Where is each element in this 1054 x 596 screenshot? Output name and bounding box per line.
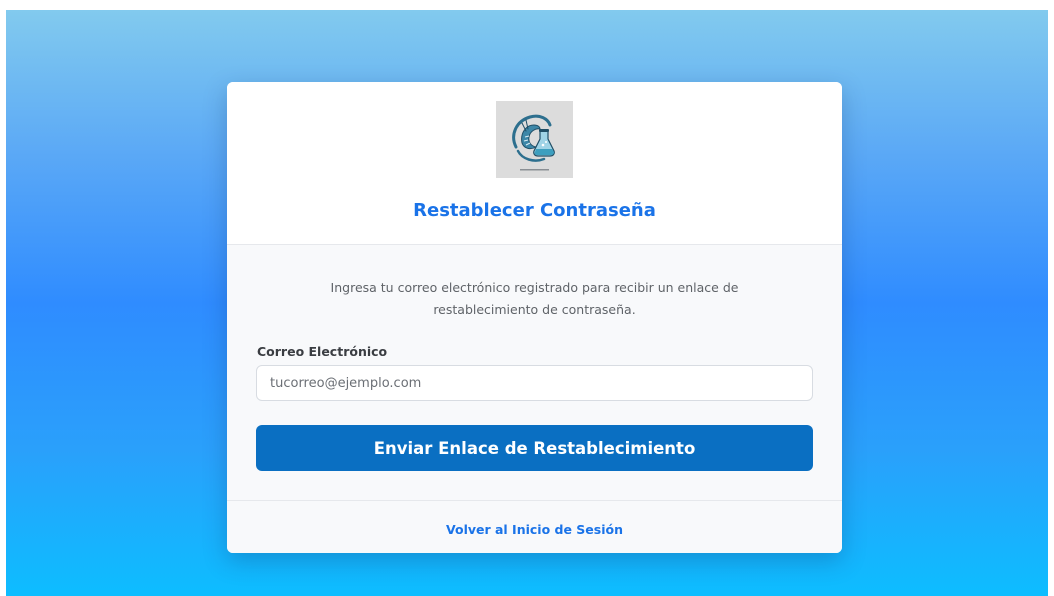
email-field[interactable] [256, 365, 813, 401]
page-background: Restablecer Contraseña Ingresa tu correo… [6, 10, 1048, 596]
email-label: Correo Electrónico [257, 344, 388, 359]
card-header: Restablecer Contraseña [227, 82, 842, 245]
card-footer: Volver al Inicio de Sesión [227, 500, 842, 553]
send-reset-link-button[interactable]: Enviar Enlace de Restablecimiento [256, 425, 813, 471]
shrimp-flask-logo-icon [496, 101, 573, 178]
back-to-login-link[interactable]: Volver al Inicio de Sesión [227, 522, 842, 537]
instructions-text: Ingresa tu correo electrónico registrado… [330, 280, 739, 317]
page-title: Restablecer Contraseña [413, 200, 656, 221]
reset-password-card: Restablecer Contraseña Ingresa tu correo… [227, 82, 842, 553]
